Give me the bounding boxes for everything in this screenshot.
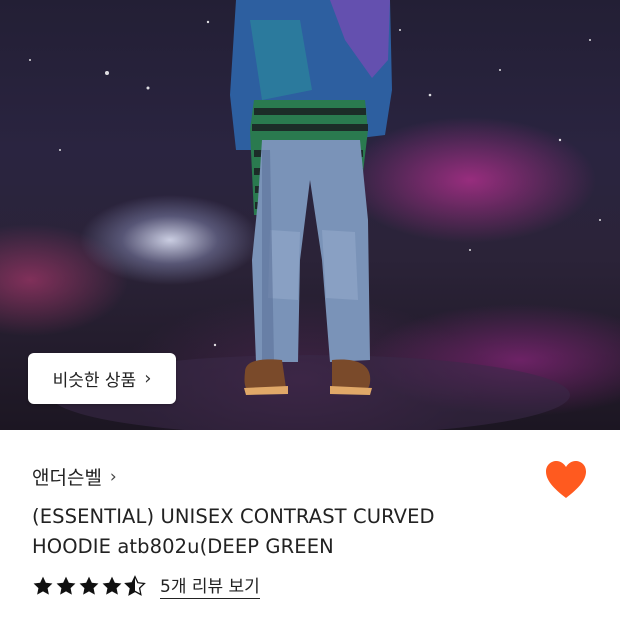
similar-products-button[interactable]: 비슷한 상품 › bbox=[28, 353, 176, 404]
star-full-icon bbox=[33, 576, 53, 595]
product-info: 앤더슨벨 › (ESSENTIAL) UNISEX CONTRAST CURVE… bbox=[0, 430, 620, 620]
star-full-icon bbox=[79, 576, 99, 595]
review-link[interactable]: 5개 리뷰 보기 bbox=[160, 572, 260, 599]
similar-products-label: 비슷한 상품 bbox=[52, 371, 137, 391]
chevron-right-icon: › bbox=[109, 466, 117, 487]
wishlist-heart-icon[interactable] bbox=[545, 460, 587, 500]
star-half-icon bbox=[124, 574, 146, 596]
chevron-right-icon: › bbox=[144, 367, 152, 389]
brand-name: 앤더슨벨 bbox=[32, 467, 102, 489]
product-title-line-1: (ESSENTIAL) UNISEX CONTRAST CURVED bbox=[32, 505, 435, 528]
product-title: (ESSENTIAL) UNISEX CONTRAST CURVED HOODI… bbox=[32, 502, 512, 562]
product-hero-image[interactable]: 비슷한 상품 › bbox=[0, 0, 620, 430]
star-full-icon bbox=[102, 576, 122, 595]
product-title-line-2: HOODIE atb802u(DEEP GREEN bbox=[32, 535, 334, 558]
star-full-icon bbox=[56, 576, 76, 595]
brand-link[interactable]: 앤더슨벨 › bbox=[32, 463, 117, 490]
rating-stars bbox=[32, 574, 146, 597]
rating-row: 5개 리뷰 보기 bbox=[32, 572, 260, 599]
